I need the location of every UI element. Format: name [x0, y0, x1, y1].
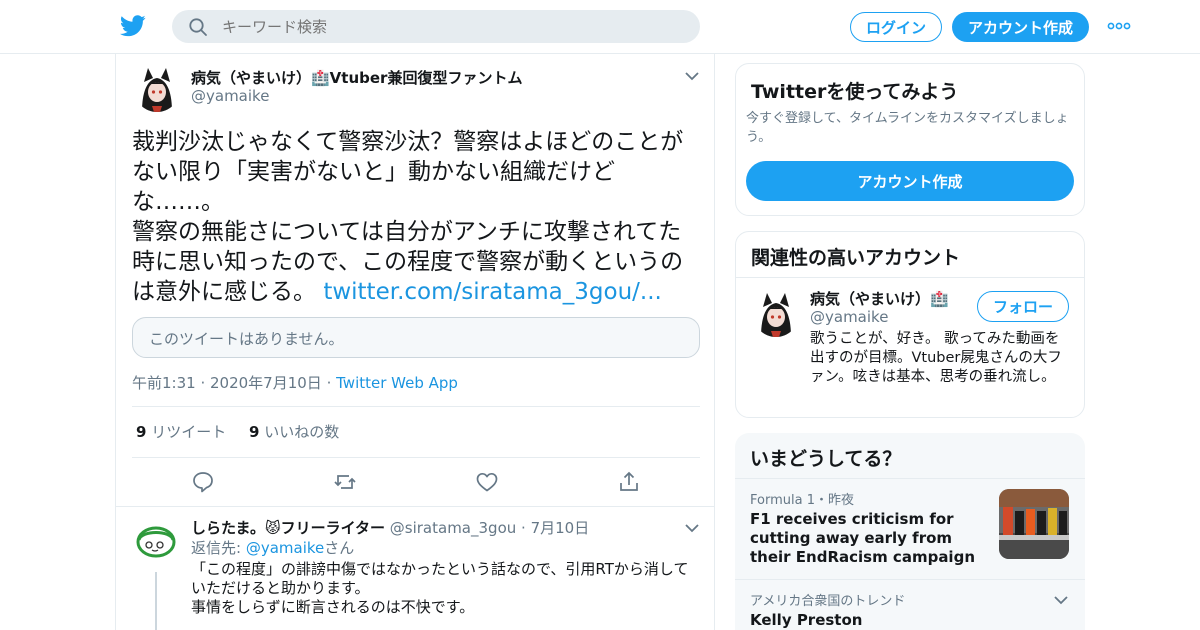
signup-button[interactable]: アカウント作成: [952, 12, 1089, 42]
avatar-image: [753, 291, 799, 337]
trend-item[interactable]: アメリカ合衆国のトレンド Kelly Preston: [735, 580, 1085, 630]
divider: [132, 406, 700, 407]
tweet-text: 裁判沙汰じゃなくて警察沙汰？警察はよほどのことがない限り「実害がないと」動かない…: [132, 127, 704, 307]
related-account-bio: 歌うことが、好き。 歌ってみた動画を出すのが目標。Vtuber屍鬼さんの大ファン…: [810, 331, 1062, 385]
trend-meta: アメリカ合衆国のトレンド: [750, 594, 906, 609]
twitter-bird-icon[interactable]: [120, 14, 146, 38]
trends-card-title: いまどうしてる？: [750, 448, 902, 470]
reply-to-line: 返信先: @yamaikeさん: [191, 537, 354, 558]
signup-card-title: Twitterを使ってみよう: [751, 81, 959, 103]
reply-header: しらたま。😾フリーライター @siratama_3gou · 7月10日: [191, 517, 589, 538]
retweet-count[interactable]: 9: [136, 423, 146, 441]
quote-tweet-unavailable: このツイートはありません。: [132, 317, 700, 358]
tweet-author-handle[interactable]: @yamaike: [191, 87, 269, 105]
search-bar[interactable]: [172, 10, 700, 43]
related-account-handle[interactable]: @yamaike: [810, 308, 888, 326]
top-bar: ログイン アカウント作成: [0, 0, 1200, 54]
share-icon[interactable]: [617, 470, 641, 494]
reply-prefix: 返信先:: [191, 539, 246, 557]
avatar[interactable]: [134, 66, 180, 112]
tweet-source[interactable]: Twitter Web App: [336, 374, 458, 392]
avatar-image: [134, 66, 180, 112]
search-input[interactable]: [222, 10, 682, 43]
follow-button[interactable]: フォロー: [977, 291, 1069, 322]
reply-text: 「この程度」の誹謗中傷ではなかったという話なので、引用RTから消していただけると…: [191, 560, 689, 616]
like-icon[interactable]: [475, 470, 499, 494]
divider: [116, 506, 714, 507]
tweet-time[interactable]: 午前1:31: [132, 374, 196, 392]
meta-separator: ·: [516, 519, 531, 537]
chevron-down-icon[interactable]: [1053, 594, 1069, 606]
trend-title[interactable]: F1 receives criticism for cutting away e…: [750, 510, 980, 567]
tweet-link[interactable]: twitter.com/siratama_3gou/...: [323, 279, 662, 305]
trend-title[interactable]: Kelly Preston: [750, 611, 862, 630]
trend-item[interactable]: Formula 1・昨夜 F1 receives criticism for c…: [735, 479, 1085, 579]
related-card-title: 関連性の高いアカウント: [751, 247, 961, 269]
reply-to-handle[interactable]: @yamaike: [246, 539, 324, 557]
like-label[interactable]: いいねの数: [264, 423, 339, 441]
like-count[interactable]: 9: [249, 423, 259, 441]
avatar-image: [133, 518, 179, 564]
avatar[interactable]: [753, 291, 799, 337]
related-account-name[interactable]: 病気（やまいけ）🏥: [810, 288, 949, 309]
trend-meta: Formula 1・昨夜: [750, 493, 854, 508]
retweet-label[interactable]: リツイート: [151, 423, 226, 441]
tweet-date[interactable]: 2020年7月10日: [210, 374, 322, 392]
chevron-down-icon[interactable]: [684, 522, 700, 534]
more-icon[interactable]: [1106, 16, 1132, 36]
trends-card: いまどうしてる？ Formula 1・昨夜 F1 receives critic…: [735, 433, 1085, 630]
reply-icon[interactable]: [191, 470, 215, 494]
reply-date[interactable]: 7月10日: [531, 519, 590, 537]
divider: [132, 457, 700, 458]
trend-thumbnail[interactable]: [999, 489, 1069, 559]
signup-card-button[interactable]: アカウント作成: [746, 161, 1074, 201]
meta-separator: ·: [321, 374, 337, 392]
related-accounts-card: 関連性の高いアカウント 病気（やまいけ）🏥 @yamaike フォロー 歌うこと…: [735, 231, 1085, 418]
main-timeline: 病気（やまいけ）🏥Vtuber兼回復型ファントム @yamaike 裁判沙汰じゃ…: [115, 54, 715, 630]
meta-separator: ·: [195, 374, 210, 392]
reply-suffix: さん: [324, 539, 355, 557]
retweet-icon[interactable]: [333, 470, 357, 494]
signup-card: Twitterを使ってみよう 今すぐ登録して、タイムラインをカスタマイズしましょ…: [735, 63, 1085, 216]
avatar[interactable]: [133, 518, 179, 564]
reply-author-name[interactable]: しらたま。😾フリーライター: [191, 519, 385, 537]
search-icon: [189, 18, 207, 36]
chevron-down-icon[interactable]: [684, 70, 700, 82]
signup-card-desc: 今すぐ登録して、タイムラインをカスタマイズしましょう。: [746, 111, 1069, 145]
thread-line: [155, 572, 157, 630]
trend-image: [999, 489, 1069, 559]
reply-author-handle[interactable]: @siratama_3gou: [390, 519, 516, 537]
tweet-meta: 午前1:31 · 2020年7月10日 · Twitter Web App: [132, 372, 458, 393]
tweet-author-name[interactable]: 病気（やまいけ）🏥Vtuber兼回復型ファントム: [191, 67, 522, 88]
tweet-stats: 9 リツイート 9 いいねの数: [136, 421, 339, 442]
divider: [736, 277, 1084, 278]
login-button[interactable]: ログイン: [850, 12, 942, 42]
